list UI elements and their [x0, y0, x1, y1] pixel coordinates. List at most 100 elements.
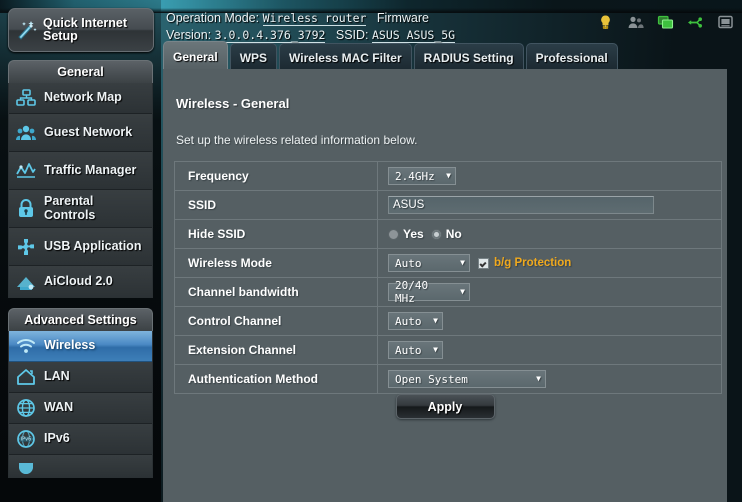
chevron-down-icon: ▼ — [433, 345, 438, 354]
sidebar-item-parental-controls-label: Parental Controls — [44, 194, 96, 222]
sidebar-group-general-title: General — [57, 65, 104, 79]
chevron-down-icon: ▼ — [460, 287, 465, 296]
label-authentication-method: Authentication Method — [175, 365, 378, 393]
field-extension-channel: Auto ▼ — [378, 341, 721, 359]
hide-ssid-yes-label: Yes — [403, 227, 424, 241]
chevron-down-icon: ▼ — [460, 258, 465, 267]
tab-wireless-mac-filter-label: Wireless MAC Filter — [289, 50, 402, 65]
svg-text:IPv6: IPv6 — [21, 437, 32, 443]
field-ssid — [378, 196, 721, 214]
tab-radius-setting-label: RADIUS Setting — [423, 50, 514, 65]
header-ssid-label: SSID: — [335, 28, 369, 42]
label-ssid: SSID — [175, 191, 378, 219]
field-frequency: 2.4GHz ▼ — [378, 167, 721, 185]
sidebar-item-guest-network-label: Guest Network — [44, 124, 133, 139]
tab-professional-label: Professional — [535, 50, 608, 65]
printer-icon[interactable] — [717, 14, 734, 31]
frequency-select[interactable]: 2.4GHz ▼ — [388, 167, 456, 185]
tab-wireless-mac-filter[interactable]: Wireless MAC Filter — [279, 43, 412, 71]
sidebar-item-partial-cutoff[interactable] — [9, 455, 152, 477]
chevron-down-icon: ▼ — [536, 374, 541, 383]
lan-home-icon — [15, 366, 37, 388]
chevron-down-icon: ▼ — [433, 316, 438, 325]
field-control-channel: Auto ▼ — [378, 312, 721, 330]
tab-professional[interactable]: Professional — [525, 43, 618, 71]
aicloud-icon — [15, 271, 37, 293]
header-status-icons: ! — [597, 14, 734, 31]
sidebar-item-wan[interactable]: WAN — [9, 393, 152, 424]
wireless-mode-select-value: Auto — [395, 256, 422, 270]
hide-ssid-yes-radio[interactable] — [388, 228, 399, 240]
control-channel-select[interactable]: Auto ▼ — [388, 312, 443, 330]
extension-channel-select[interactable]: Auto ▼ — [388, 341, 443, 359]
tab-wps[interactable]: WPS — [229, 43, 278, 71]
operation-mode-value[interactable]: Wireless router — [262, 11, 367, 26]
sidebar-item-lan[interactable]: LAN — [9, 362, 152, 393]
apply-button[interactable]: Apply — [395, 394, 495, 419]
sidebar-item-network-map[interactable]: Network Map — [9, 83, 152, 114]
quick-internet-setup-label: Quick Internet Setup — [43, 16, 128, 43]
sidebar-item-aicloud-label: AiCloud 2.0 — [44, 273, 113, 288]
field-wireless-mode: Auto ▼ b/g Protection — [378, 254, 721, 272]
row-extension-channel: Extension Channel Auto ▼ — [175, 336, 721, 365]
field-authentication-method: Open System ▼ — [378, 370, 721, 388]
sidebar-item-guest-network[interactable]: Guest Network — [9, 114, 152, 152]
usb-device-icon[interactable] — [687, 14, 704, 31]
hide-ssid-no-option[interactable]: No — [430, 227, 462, 241]
header-info: Operation Mode: Wireless router Firmware… — [166, 10, 596, 44]
apply-button-row: Apply — [163, 394, 727, 419]
sidebar-item-wan-label: WAN — [44, 400, 74, 415]
hide-ssid-no-radio[interactable] — [430, 228, 442, 240]
sidebar-item-aicloud[interactable]: AiCloud 2.0 — [9, 266, 152, 297]
operation-mode-label: Operation Mode: — [166, 11, 260, 25]
extension-channel-select-value: Auto — [395, 343, 422, 357]
sidebar-item-wireless[interactable]: Wireless — [9, 331, 152, 362]
sidebar-group-general-header: General — [8, 60, 153, 83]
sidebar-item-lan-label: LAN — [44, 369, 70, 384]
hide-ssid-yes-option[interactable]: Yes — [388, 227, 424, 241]
row-ssid: SSID — [175, 191, 721, 220]
sidebar-item-traffic-manager-label: Traffic Manager — [44, 162, 137, 177]
label-extension-channel: Extension Channel — [175, 336, 378, 364]
sidebar-item-traffic-manager[interactable]: Traffic Manager — [9, 152, 152, 190]
tab-bar: General WPS Wireless MAC Filter RADIUS S… — [163, 41, 618, 71]
svg-text:!: ! — [605, 25, 607, 30]
header-line-1: Operation Mode: Wireless router Firmware — [166, 10, 596, 27]
ssid-input[interactable] — [388, 196, 654, 214]
tab-general-label: General — [173, 49, 218, 64]
sidebar-item-ipv6[interactable]: IPv6 IPv6 — [9, 424, 152, 455]
traffic-manager-icon — [15, 160, 37, 182]
clients-users-icon[interactable] — [627, 14, 644, 31]
bg-protection-label: b/g Protection — [494, 257, 572, 269]
label-control-channel: Control Channel — [175, 307, 378, 335]
tab-general[interactable]: General — [163, 41, 228, 71]
row-authentication-method: Authentication Method Open System ▼ — [175, 365, 721, 394]
wireless-icon — [15, 335, 37, 357]
wireless-mode-select[interactable]: Auto ▼ — [388, 254, 470, 272]
sidebar-group-advanced-header: Advanced Settings — [8, 308, 153, 331]
sidebar-item-parental-controls[interactable]: Parental Controls — [9, 190, 152, 228]
tab-radius-setting[interactable]: RADIUS Setting — [413, 43, 524, 71]
channel-bandwidth-select[interactable]: 20/40 MHz ▼ — [388, 279, 470, 305]
apply-button-label: Apply — [427, 399, 463, 414]
network-map-icon — [15, 87, 37, 109]
quick-internet-setup-button[interactable]: Quick Internet Setup — [8, 8, 154, 52]
router-admin-window: Quick Internet Setup General Network Map — [0, 0, 742, 502]
wan-globe-icon — [15, 397, 37, 419]
firewall-shield-icon — [15, 455, 37, 477]
bg-protection-control[interactable]: b/g Protection — [478, 257, 571, 269]
network-monitors-icon[interactable] — [657, 14, 674, 31]
usb-application-icon — [15, 236, 37, 258]
label-frequency: Frequency — [175, 162, 378, 190]
channel-bandwidth-select-value: 20/40 MHz — [395, 279, 429, 305]
field-channel-bandwidth: 20/40 MHz ▼ — [378, 279, 721, 305]
authentication-method-select[interactable]: Open System ▼ — [388, 370, 546, 388]
sidebar-group-general-list: Network Map Guest Network Traffic Manage… — [8, 83, 153, 298]
sidebar-item-usb-application-label: USB Application — [44, 238, 142, 253]
ipv6-globe-icon: IPv6 — [15, 428, 37, 450]
bg-protection-checkbox[interactable] — [478, 257, 489, 269]
notification-bulb-icon[interactable]: ! — [597, 14, 614, 31]
parental-controls-icon — [15, 198, 37, 220]
sidebar-item-usb-application[interactable]: USB Application — [9, 228, 152, 266]
authentication-method-select-value: Open System — [395, 372, 468, 386]
